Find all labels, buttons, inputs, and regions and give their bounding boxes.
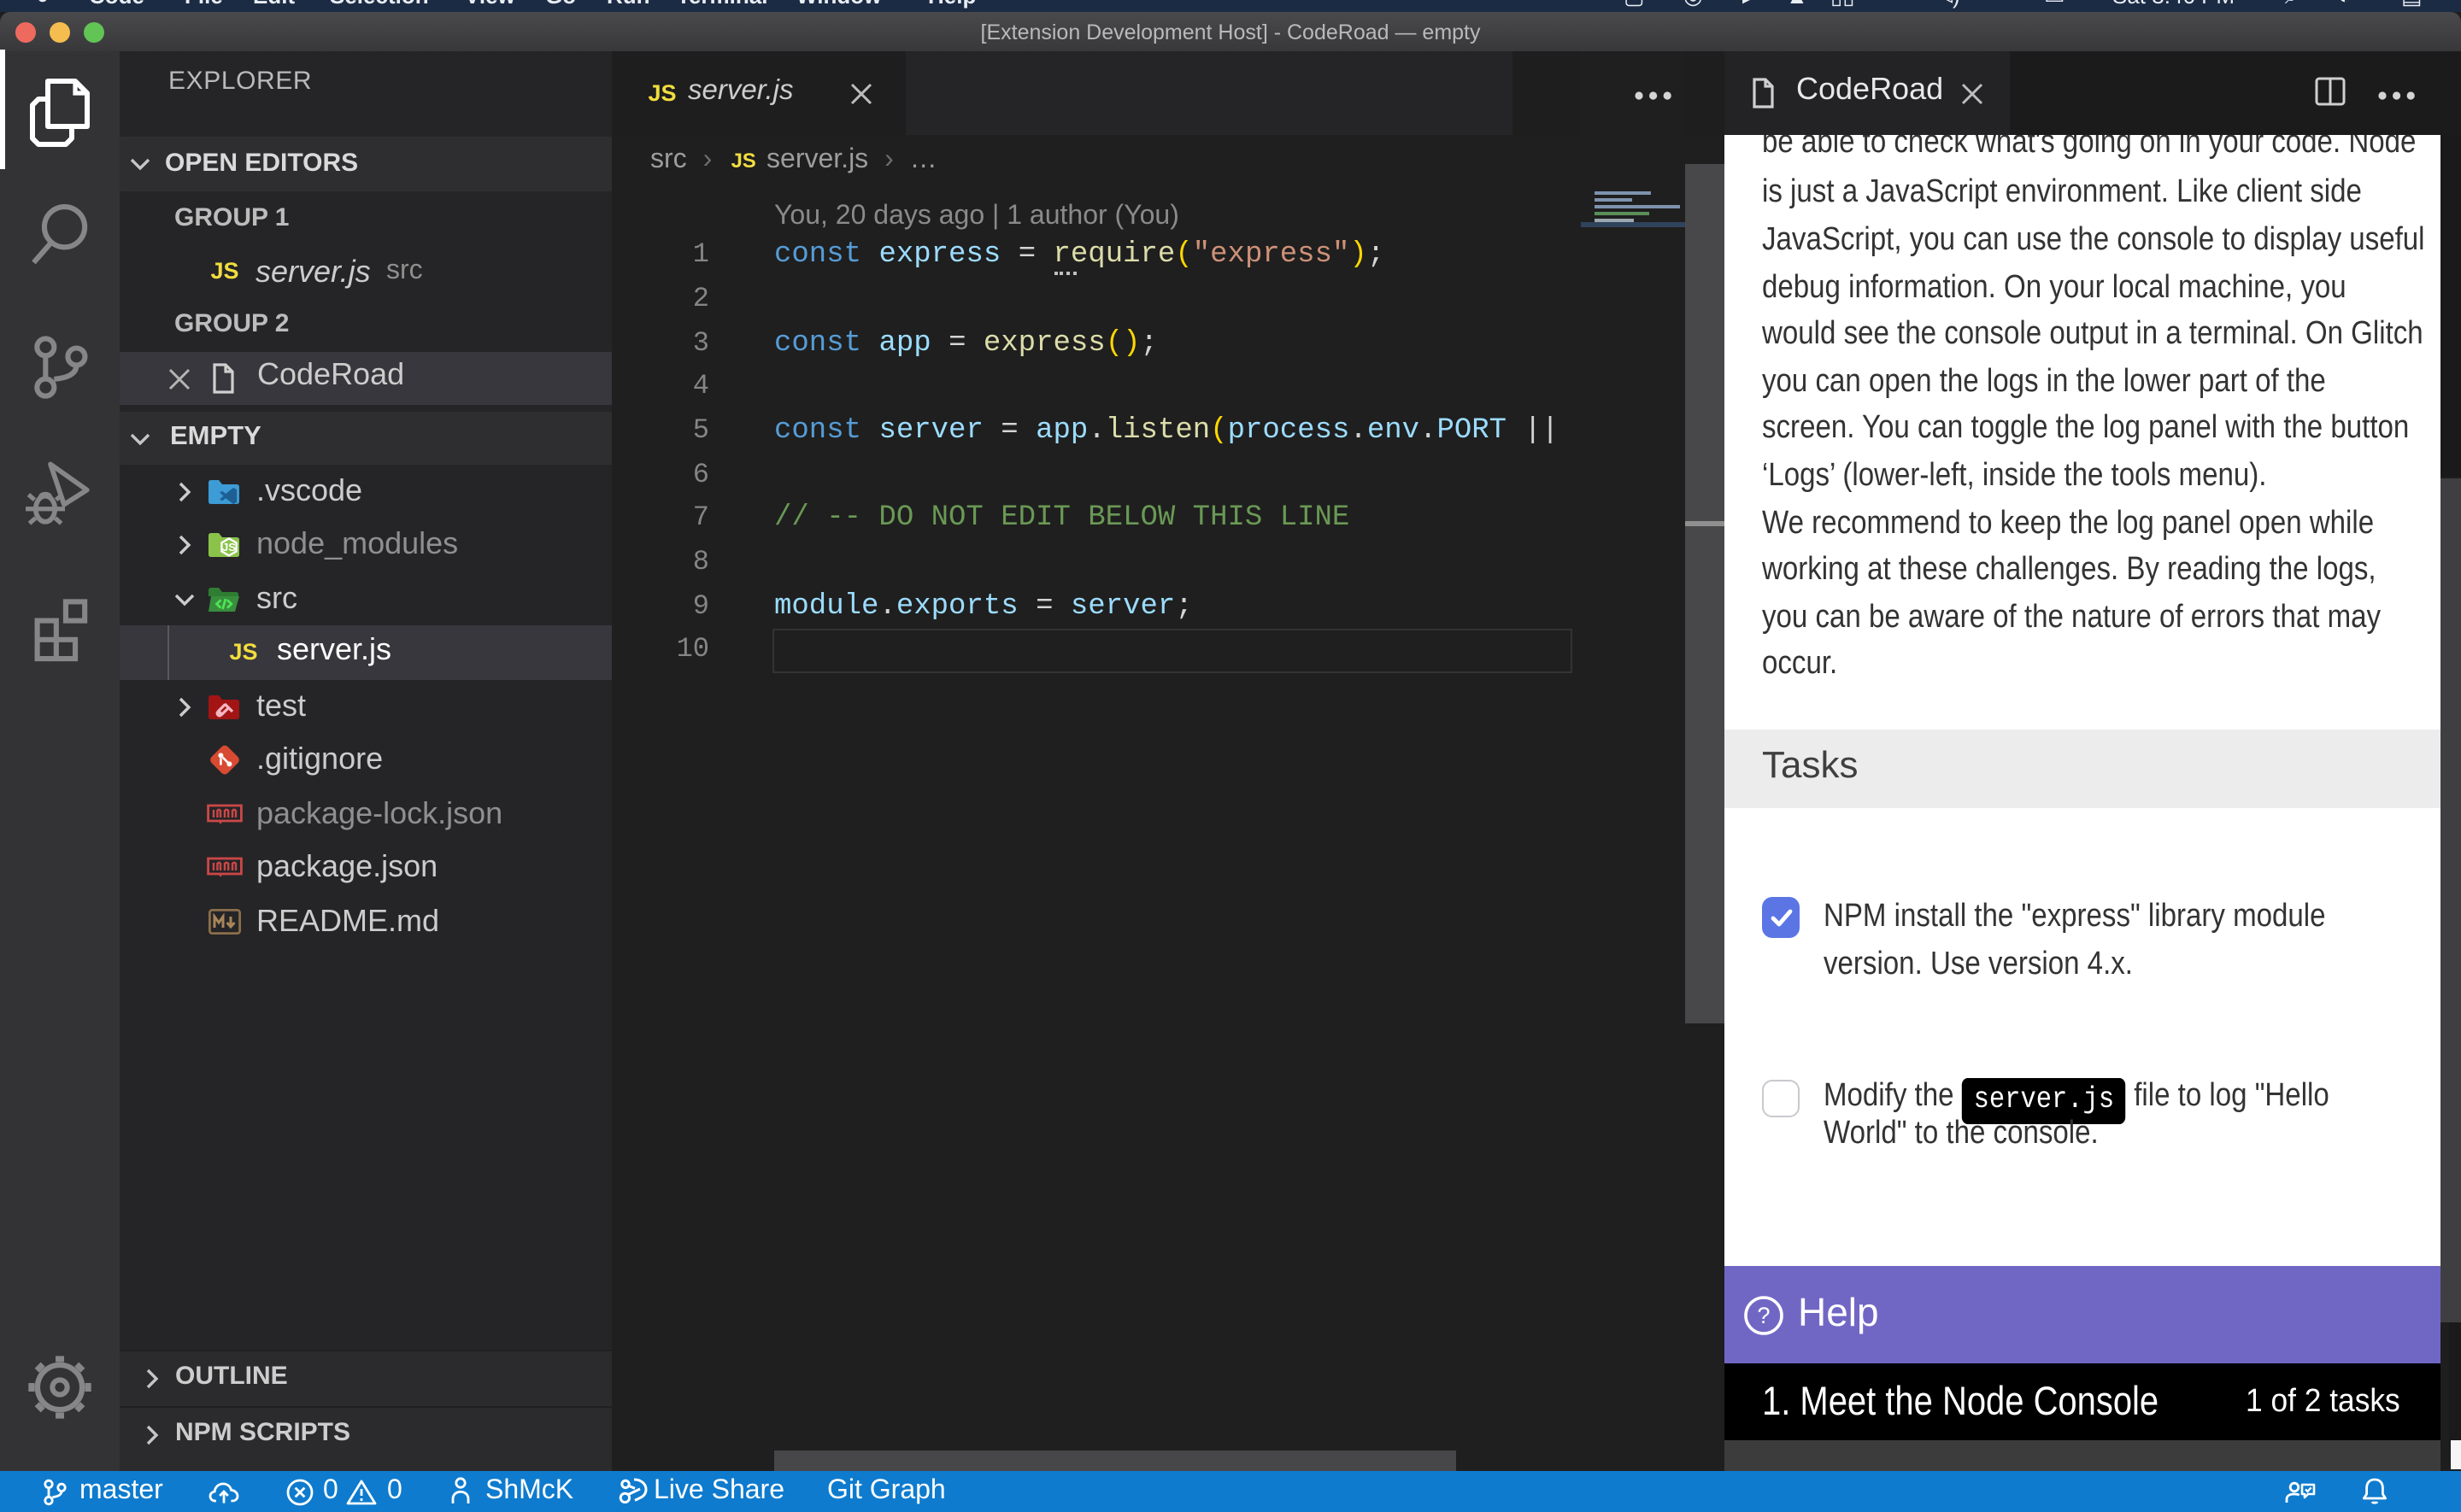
svg-text:?: ? [1757, 1303, 1770, 1328]
svg-text:JS: JS [221, 541, 235, 554]
